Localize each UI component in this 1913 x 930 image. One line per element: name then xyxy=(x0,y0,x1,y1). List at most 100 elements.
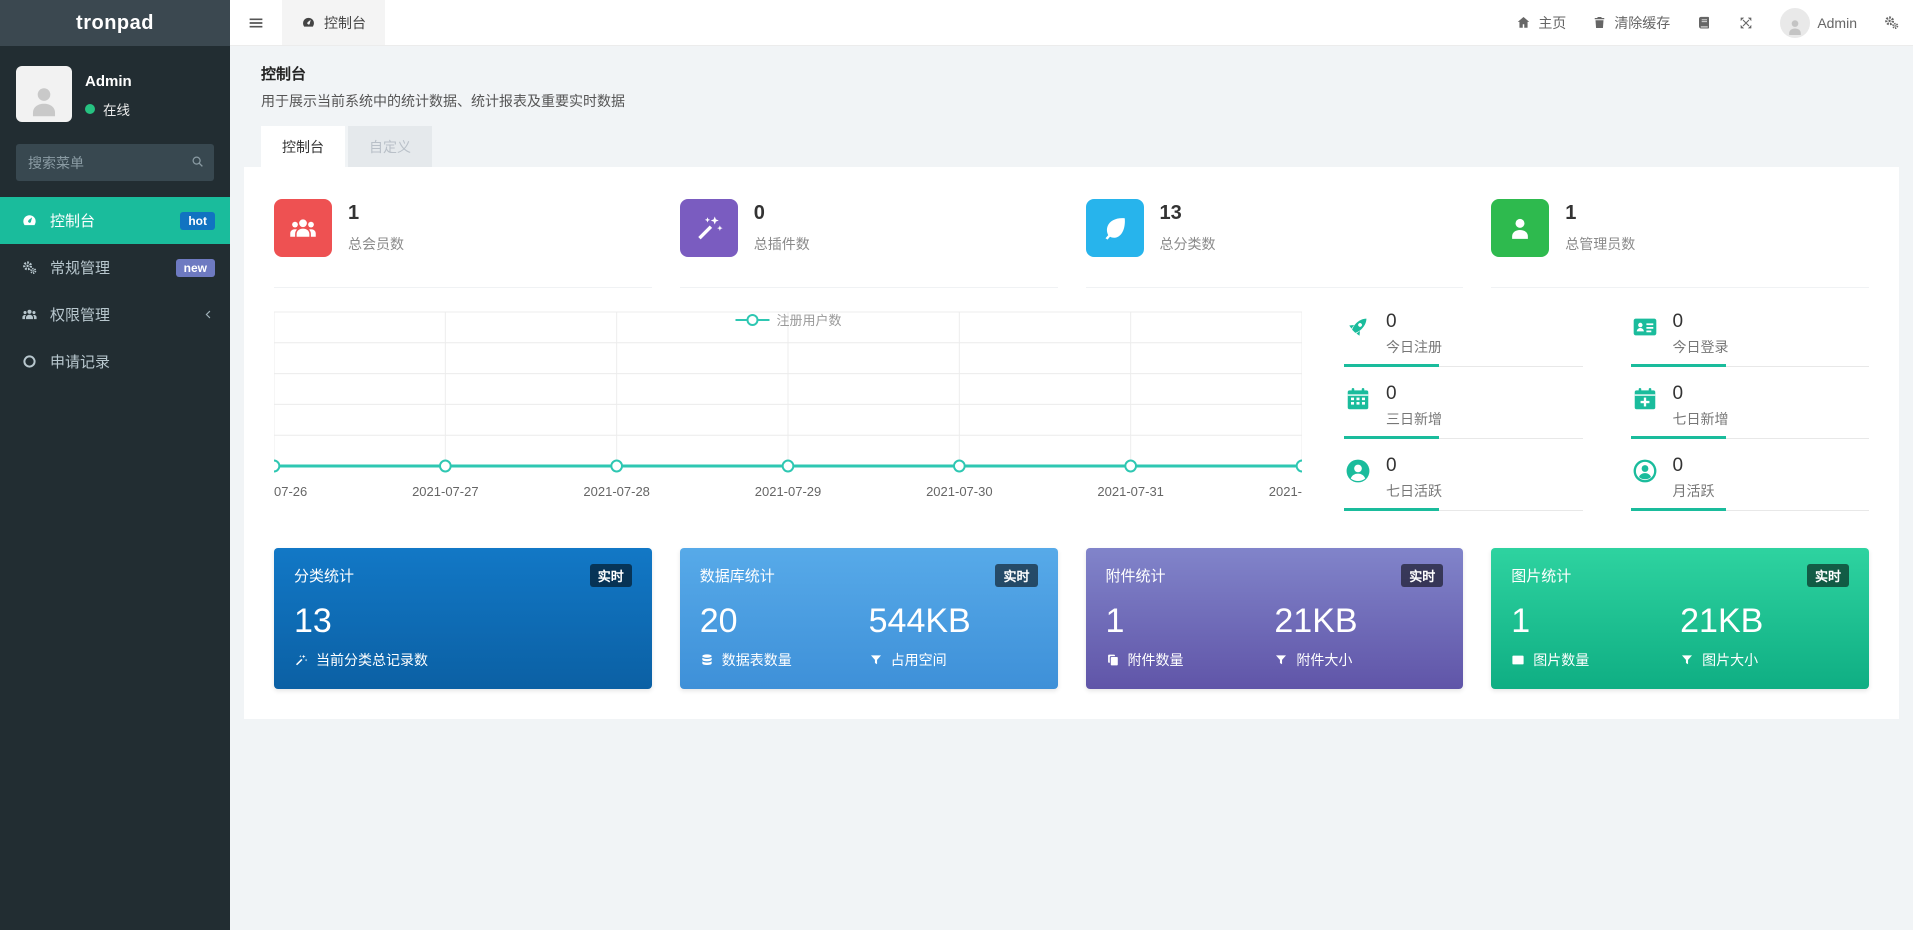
content-tabs: 控制台 自定义 xyxy=(244,126,1899,167)
page-header: 控制台 用于展示当前系统中的统计数据、统计报表及重要实时数据 xyxy=(244,46,1899,126)
menu-badge: hot xyxy=(180,211,215,230)
sidebar-item-label: 控制台 xyxy=(50,213,96,230)
user-panel: Admin 在线 xyxy=(0,46,230,134)
mini-stat-label: 今日注册 xyxy=(1386,339,1442,355)
x-tick-label: 2021-07-31 xyxy=(1097,484,1164,499)
book-icon xyxy=(1696,15,1712,31)
topbar: 控制台 主页 清除缓存 Admin xyxy=(230,0,1913,46)
clear-cache-label: 清除缓存 xyxy=(1614,14,1671,31)
home-link-label: 主页 xyxy=(1538,14,1567,31)
mini-stat-1: 0 今日登录 xyxy=(1630,306,1869,378)
mini-stat-value: 0 xyxy=(1386,455,1397,476)
menu-badge: new xyxy=(175,258,215,277)
gears-icon xyxy=(20,259,39,276)
user-menu[interactable]: Admin xyxy=(1767,0,1870,45)
sidebar-item-label: 权限管理 xyxy=(50,307,111,324)
summary-card-value: 20 xyxy=(699,602,738,640)
home-icon xyxy=(1516,15,1531,30)
search-input[interactable] xyxy=(16,144,214,181)
gears-icon xyxy=(1883,14,1900,31)
copy-icon xyxy=(1106,653,1120,667)
topbar-right: 主页 清除缓存 Admin xyxy=(1503,0,1913,45)
gauge-icon xyxy=(301,15,316,30)
summary-card-value: 1 xyxy=(1511,602,1531,640)
sidebar-item-2[interactable]: 权限管理 xyxy=(0,291,230,338)
summary-card-footer: 图片大小 xyxy=(1680,650,1849,670)
funnel-icon xyxy=(1274,653,1288,667)
rocket-icon xyxy=(1344,313,1372,341)
search-button[interactable] xyxy=(190,154,205,169)
summary-card-value: 13 xyxy=(294,602,332,640)
brand-logo: tronpad xyxy=(0,0,230,46)
summary-card-title: 分类统计 xyxy=(294,568,355,585)
summary-card-3: 图片统计 实时 1 21KB 图片数量 图片大小 xyxy=(1491,548,1869,690)
stat-value: 1 xyxy=(1565,202,1577,224)
tab-1[interactable]: 自定义 xyxy=(348,126,432,167)
mini-stat-value: 0 xyxy=(1672,383,1684,404)
sidebar-item-0[interactable]: 控制台 hot xyxy=(0,197,230,244)
mini-stat-2: 0 三日新增 xyxy=(1344,378,1583,450)
mini-stat-progress xyxy=(1630,508,1869,511)
dashboard-panel: 1总会员数0总插件数13总分类数1总管理员数 注册用户数 2021-07-262… xyxy=(244,167,1899,720)
x-tick-label: 2021-07-30 xyxy=(926,484,993,499)
summary-card-title: 附件统计 xyxy=(1105,568,1166,585)
chart-legend[interactable]: 注册用户数 xyxy=(734,310,842,329)
x-tick-label: 2021-07-27 xyxy=(412,484,479,499)
chart-x-axis-labels: 2021-07-26 2021-07-27 2021-07-28 2021-07-29… xyxy=(274,478,1302,504)
x-tick-label: 2021-07-28 xyxy=(583,484,650,499)
tab-0[interactable]: 控制台 xyxy=(261,126,345,167)
summary-card-2: 附件统计 实时 1 21KB 附件数量 附件大小 xyxy=(1085,548,1464,690)
x-tick-label: 2021-07-26 xyxy=(274,484,308,499)
idcard-icon xyxy=(1631,313,1659,341)
person-icon xyxy=(1491,199,1550,257)
user-status-label: 在线 xyxy=(103,103,130,118)
summary-card-footer: 图片数量 xyxy=(1511,650,1680,670)
x-tick-label: 2021-08-01 xyxy=(1268,484,1302,499)
sidebar-item-3[interactable]: 申请记录 xyxy=(0,338,230,385)
stat-card-0: 1 总会员数 xyxy=(274,199,652,288)
person-icon xyxy=(1784,16,1806,38)
mini-stat-label: 七日活跃 xyxy=(1386,483,1442,499)
mini-stat-progress xyxy=(1344,508,1583,511)
realtime-badge: 实时 xyxy=(1806,564,1849,587)
calendar-plus-icon xyxy=(1631,385,1659,413)
funnel-icon xyxy=(869,653,883,667)
user-name: Admin xyxy=(85,73,132,90)
summary-card-footer-label: 图片大小 xyxy=(1702,652,1759,669)
avatar xyxy=(1780,7,1811,38)
mini-stat-value: 0 xyxy=(1386,383,1397,404)
fullscreen-button[interactable] xyxy=(1725,0,1767,45)
mini-stat-4: 0 七日活跃 xyxy=(1344,450,1583,522)
docs-link[interactable] xyxy=(1683,0,1725,45)
home-link[interactable]: 主页 xyxy=(1503,0,1579,45)
chevron-left-icon xyxy=(202,308,215,321)
summary-card-footer-label: 数据表数量 xyxy=(721,652,792,669)
stat-value: 13 xyxy=(1159,202,1182,224)
settings-button[interactable] xyxy=(1870,0,1913,45)
sidebar-item-1[interactable]: 常规管理 new xyxy=(0,244,230,291)
stat-label: 总插件数 xyxy=(753,236,810,252)
topbar-tab-dashboard[interactable]: 控制台 xyxy=(282,0,385,45)
realtime-badge: 实时 xyxy=(995,564,1038,587)
content: 控制台 用于展示当前系统中的统计数据、统计报表及重要实时数据 控制台 自定义 1 总… xyxy=(230,46,1913,930)
summary-card-footer: 数据表数量 xyxy=(700,650,869,670)
registered-users-chart: 注册用户数 2021-07-26 2021-07-27 2021-07-28 2021… xyxy=(274,306,1302,522)
summary-card-value: 21KB xyxy=(1274,602,1358,640)
avatar xyxy=(16,66,72,122)
clear-cache-link[interactable]: 清除缓存 xyxy=(1579,0,1683,45)
wand-icon xyxy=(679,199,738,257)
users-icon xyxy=(20,306,39,323)
summary-card-footer: 当前分类总记录数 xyxy=(294,650,632,670)
summary-card-1: 数据库统计 实时 20 544KB 数据表数量 占用空间 xyxy=(679,548,1058,690)
page-subtitle: 用于展示当前系统中的统计数据、统计报表及重要实时数据 xyxy=(261,93,625,109)
summary-card-title: 数据库统计 xyxy=(699,568,775,585)
sidebar-menu: 控制台 hot 常规管理 new 权限管理申请记录 xyxy=(0,197,230,385)
menu-search xyxy=(16,144,214,181)
summary-card-footer: 附件数量 xyxy=(1106,650,1275,670)
sidebar-toggle-button[interactable] xyxy=(230,0,282,45)
legend-label: 注册用户数 xyxy=(776,313,842,328)
line-chart xyxy=(274,311,1302,473)
page-title: 控制台 xyxy=(261,66,307,83)
summary-card-footer: 附件大小 xyxy=(1274,650,1443,670)
funnel-icon xyxy=(1680,653,1694,667)
